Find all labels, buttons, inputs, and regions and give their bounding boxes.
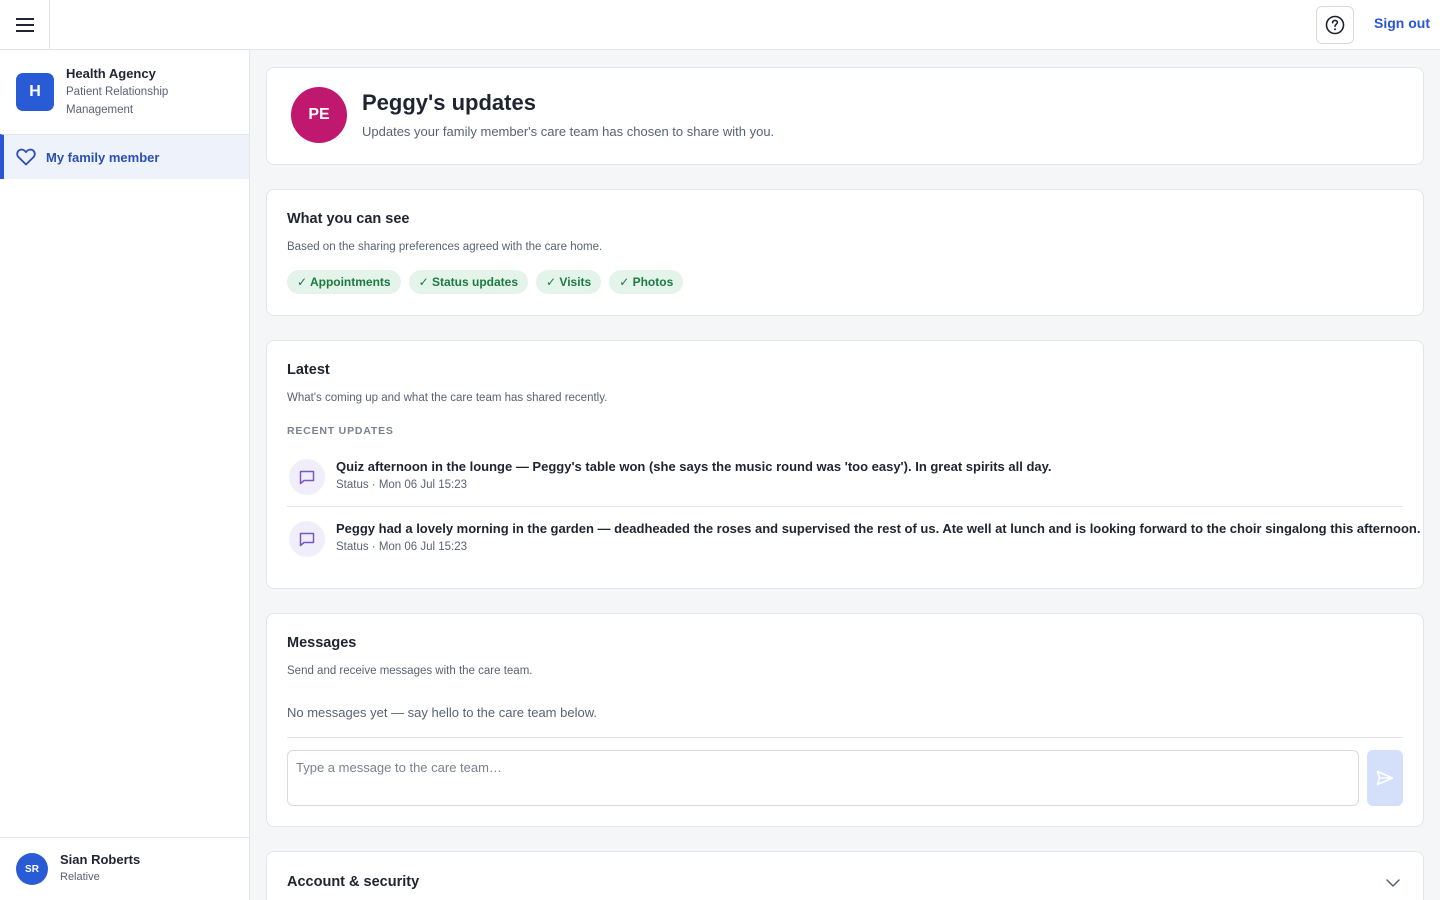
messages-card: Messages Send and receive messages with … [266,613,1424,827]
messages-title: Messages [287,635,357,651]
message-square-icon [289,521,325,557]
chip-status-updates: ✓ Status updates [408,270,529,294]
help-button[interactable] [1316,6,1354,44]
page-title: Peggy's updates [362,90,536,115]
org-logo: H [16,73,54,111]
avatar: SR [16,853,48,885]
chip-appointments: ✓ Appointments [287,270,401,294]
heart-icon [16,148,36,166]
sign-out-link[interactable]: Sign out [1374,15,1430,31]
list-item[interactable]: Peggy had a lovely morning in the garden… [287,507,1420,569]
list-item[interactable]: Quiz afternoon in the lounge — Peggy's t… [287,445,1403,507]
account-security-card[interactable]: Account & security [266,851,1424,900]
send-button[interactable] [1367,750,1403,806]
recent-updates-label: RECENT UPDATES [287,425,394,437]
account-security-title: Account & security [287,874,420,890]
latest-card: Latest What's coming up and what the car… [266,340,1424,589]
sidebar: H Health Agency Patient Relationship Man… [0,50,250,900]
permission-chips: ✓ Appointments ✓ Status updates ✓ Visits… [287,270,684,294]
hero-card: PE Peggy's updates Updates your family m… [266,67,1424,165]
hamburger-menu-icon [15,18,34,32]
divider [287,737,1403,738]
send-icon [1376,770,1394,786]
visibility-title: What you can see [287,211,410,227]
family-member-avatar: PE [291,87,347,143]
latest-title: Latest [287,362,330,378]
user-role: Relative [60,871,100,883]
visibility-card: What you can see Based on the sharing pr… [266,189,1424,316]
sidebar-item-label: My family member [46,149,160,165]
page-subtitle: Updates your family member's care team h… [362,124,775,139]
update-text: Quiz afternoon in the lounge — Peggy's t… [336,459,1052,474]
user-profile[interactable]: SR Sian Roberts Relative [0,837,249,900]
visibility-subtitle: Based on the sharing preferences agreed … [287,241,603,253]
org-name: Health Agency [66,66,156,81]
messages-empty-state: No messages yet — say hello to the care … [287,705,597,720]
message-input[interactable] [287,750,1359,806]
update-meta: Status · Mon 06 Jul 15:23 [336,479,468,491]
latest-subtitle: What's coming up and what the care team … [287,392,608,404]
menu-button[interactable] [0,0,50,50]
message-square-icon [289,459,325,495]
update-text: Peggy had a lovely morning in the garden… [336,521,1421,536]
org-subtitle: Patient Relationship Management [66,86,169,116]
top-bar: Sign out [0,0,1440,50]
chevron-down-icon[interactable] [1385,878,1401,888]
messages-subtitle: Send and receive messages with the care … [287,665,533,677]
chip-visits: ✓ Visits [536,270,602,294]
question-circle-icon [1325,15,1345,35]
sidebar-item-my-family-member[interactable]: My family member [0,134,249,179]
chip-photos: ✓ Photos [609,270,684,294]
update-meta: Status · Mon 06 Jul 15:23 [336,541,468,553]
user-name: Sian Roberts [60,852,141,867]
